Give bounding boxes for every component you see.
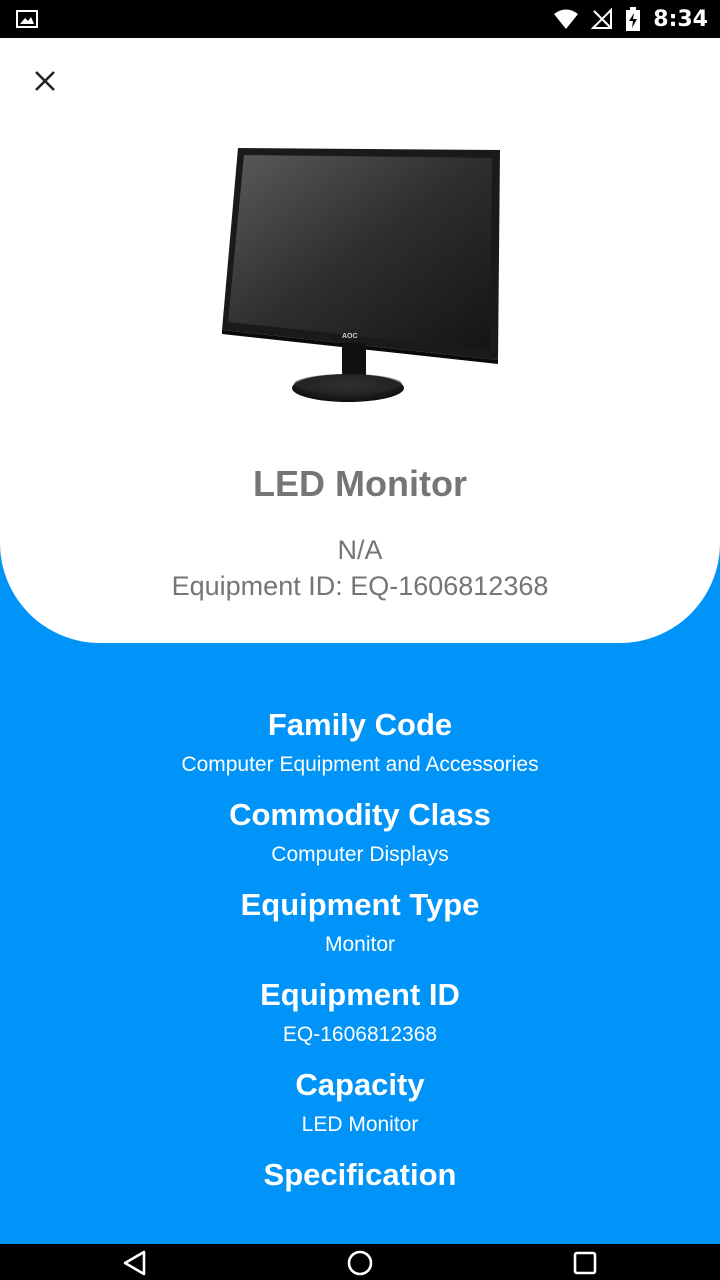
equipment-details-list: Family Code Computer Equipment and Acces… [0, 700, 720, 1200]
status-bar: 8:34 [0, 0, 720, 38]
detail-value: Computer Equipment and Accessories [181, 753, 539, 776]
detail-value: LED Monitor [301, 1113, 419, 1136]
image-notification-icon [16, 10, 38, 28]
detail-commodity-class: Commodity Class Computer Displays [0, 790, 720, 870]
detail-specification: Specification [0, 1150, 720, 1200]
product-image: AOC [222, 148, 500, 402]
battery-charging-icon [626, 7, 641, 31]
clock-time: 8:34 [653, 6, 708, 32]
back-icon[interactable] [120, 1248, 150, 1278]
brand-logo-text: AOC [342, 333, 358, 340]
product-title: LED Monitor [253, 463, 467, 504]
product-header-card: AOC LED Monitor N/A Equipment ID: EQ-160… [0, 38, 720, 643]
product-subtitle-block: N/A Equipment ID: EQ-1606812368 [0, 532, 720, 604]
wifi-icon [554, 9, 579, 29]
product-equipment-id: Equipment ID: EQ-1606812368 [171, 571, 549, 601]
detail-label: Equipment Type [240, 887, 480, 922]
detail-label: Specification [263, 1157, 457, 1192]
detail-equipment-type: Equipment Type Monitor [0, 880, 720, 960]
detail-family-code: Family Code Computer Equipment and Acces… [0, 700, 720, 780]
detail-capacity: Capacity LED Monitor [0, 1060, 720, 1140]
detail-equipment-id: Equipment ID EQ-1606812368 [0, 970, 720, 1050]
home-icon[interactable] [345, 1248, 375, 1278]
system-navigation-bar [0, 1244, 720, 1280]
close-icon[interactable] [26, 62, 64, 100]
detail-label: Family Code [267, 707, 453, 742]
detail-label: Commodity Class [229, 797, 491, 832]
no-signal-icon [591, 8, 613, 29]
detail-label: Capacity [295, 1067, 425, 1102]
detail-value: Computer Displays [271, 843, 449, 866]
detail-label: Equipment ID [260, 977, 460, 1012]
detail-value: Monitor [324, 933, 396, 956]
detail-value: EQ-1606812368 [282, 1023, 438, 1046]
product-subtitle: N/A [337, 535, 383, 565]
recents-icon[interactable] [570, 1248, 600, 1278]
